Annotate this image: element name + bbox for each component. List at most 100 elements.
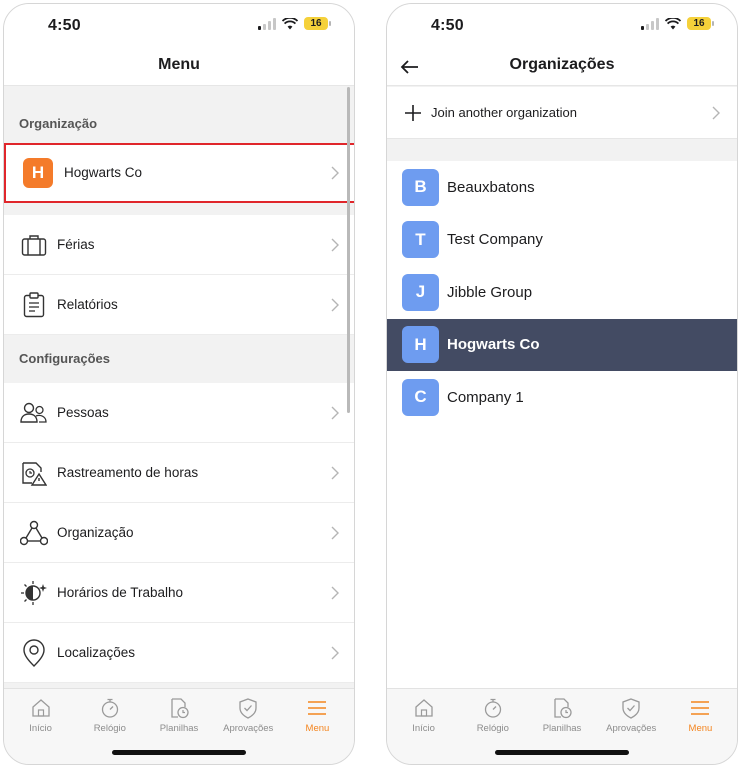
organizations-screen: 4:50 16 Organizações Join another organi… — [386, 3, 738, 765]
shield-check-icon — [622, 698, 640, 719]
chevron-right-icon — [331, 586, 339, 599]
menu-screen: 4:50 16 Menu Organização H Hogwarts Co F… — [3, 3, 355, 765]
status-bar: 4:50 16 — [387, 4, 737, 48]
tab-menu[interactable]: Menu — [666, 689, 735, 764]
tab-label: Aprovações — [606, 723, 657, 734]
location-pin-icon — [20, 638, 48, 667]
organization-icon — [20, 519, 48, 547]
tab-inicio[interactable]: Início — [389, 689, 458, 764]
stopwatch-icon — [484, 698, 501, 718]
tab-label: Início — [412, 723, 435, 734]
signal-icon — [258, 17, 276, 30]
tab-label: Aprovações — [223, 723, 274, 734]
menu-item-label: Rastreamento de horas — [57, 465, 199, 480]
wifi-icon — [282, 17, 298, 29]
menu-item-horarios-de-trabalho[interactable]: Horários de Trabalho — [4, 563, 354, 623]
page-title: Menu — [158, 56, 200, 73]
menu-item-organizacao[interactable]: Organização — [4, 503, 354, 563]
section-header-organization: Organização — [4, 87, 354, 143]
tab-label: Relógio — [476, 723, 509, 734]
org-avatar: T — [402, 221, 439, 259]
organization-name: Company 1 — [447, 388, 524, 406]
signal-icon — [641, 17, 659, 30]
chevron-right-icon — [331, 646, 339, 659]
tab-label: Planilhas — [542, 723, 582, 734]
hamburger-menu-icon — [308, 701, 327, 715]
org-avatar: B — [402, 168, 439, 206]
join-organization-button[interactable]: Join another organization — [387, 87, 737, 139]
battery-icon: 16 — [304, 17, 331, 30]
join-organization-label: Join another organization — [431, 105, 577, 120]
nav-bar: Menu — [4, 48, 354, 86]
nav-bar: Organizações — [387, 48, 737, 86]
home-icon — [414, 699, 433, 717]
menu-item-label: Organização — [57, 525, 134, 540]
menu-item-label: Horários de Trabalho — [57, 585, 184, 600]
status-time: 4:50 — [431, 17, 464, 34]
menu-item-label: Localizações — [57, 645, 136, 660]
organization-name: Test Company — [447, 231, 543, 249]
tab-inicio[interactable]: Início — [6, 689, 75, 764]
organization-name: Beauxbatons — [447, 178, 535, 196]
timesheet-icon — [554, 698, 572, 719]
section-gap — [387, 139, 737, 161]
menu-item-label: Relatórios — [57, 297, 118, 312]
menu-item-label: Férias — [57, 237, 95, 252]
menu-item-rastreamento-de-horas[interactable]: Rastreamento de horas — [4, 443, 354, 503]
organization-item[interactable]: B Beauxbatons — [387, 161, 737, 214]
work-schedule-icon — [20, 579, 48, 607]
organization-item[interactable]: T Test Company — [387, 213, 737, 266]
status-bar: 4:50 16 — [4, 4, 354, 48]
tab-bar: Início Relógio Planilhas Aprovações Menu — [4, 688, 354, 764]
org-avatar: H — [402, 326, 439, 364]
clipboard-icon — [20, 291, 48, 319]
tab-bar: Início Relógio Planilhas Aprovações Menu — [387, 688, 737, 764]
suitcase-icon — [20, 231, 48, 259]
current-organization-name: Hogwarts Co — [64, 165, 143, 180]
plus-icon — [405, 104, 421, 121]
menu-item-relatorios[interactable]: Relatórios — [4, 275, 354, 335]
tab-label: Início — [29, 723, 52, 734]
battery-icon: 16 — [687, 17, 714, 30]
home-indicator[interactable] — [495, 750, 629, 755]
menu-list[interactable]: Organização H Hogwarts Co Férias Relatór… — [4, 87, 354, 688]
stopwatch-icon — [101, 698, 118, 718]
org-avatar: J — [402, 273, 439, 311]
organization-item[interactable]: C Company 1 — [387, 371, 737, 424]
tab-menu[interactable]: Menu — [283, 689, 352, 764]
chevron-right-icon — [331, 406, 339, 419]
chevron-right-icon — [331, 526, 339, 539]
chevron-right-icon — [331, 298, 339, 311]
organization-name: Hogwarts Co — [447, 336, 540, 354]
timesheet-icon — [171, 698, 189, 719]
status-icons: 16 — [641, 17, 714, 30]
scrollbar[interactable] — [347, 87, 350, 413]
org-avatar: C — [402, 378, 439, 416]
current-organization-row[interactable]: H Hogwarts Co — [4, 143, 354, 203]
tab-label: Menu — [305, 723, 330, 734]
tab-label: Relógio — [93, 723, 126, 734]
people-icon — [20, 399, 48, 427]
org-avatar: H — [23, 157, 53, 188]
chevron-right-icon — [712, 106, 720, 119]
organization-item[interactable]: J Jibble Group — [387, 266, 737, 319]
tab-label: Menu — [688, 723, 713, 734]
section-header-settings: Configurações — [4, 335, 354, 383]
organization-item-selected[interactable]: H Hogwarts Co — [387, 318, 737, 371]
menu-item-ferias[interactable]: Férias — [4, 215, 354, 275]
section-gap — [4, 203, 354, 215]
organization-list: B Beauxbatons T Test Company J Jibble Gr… — [387, 161, 737, 688]
chevron-right-icon — [331, 238, 339, 251]
wifi-icon — [665, 17, 681, 29]
home-icon — [31, 699, 50, 717]
status-time: 4:50 — [48, 17, 81, 34]
menu-item-pessoas[interactable]: Pessoas — [4, 383, 354, 443]
hamburger-menu-icon — [691, 701, 710, 715]
organizations-content: Join another organization B Beauxbatons … — [387, 87, 737, 688]
menu-item-localizacoes[interactable]: Localizações — [4, 623, 354, 683]
chevron-right-icon — [331, 466, 339, 479]
home-indicator[interactable] — [112, 750, 246, 755]
tab-label: Planilhas — [159, 723, 199, 734]
organization-name: Jibble Group — [447, 283, 533, 301]
shield-check-icon — [239, 698, 257, 719]
